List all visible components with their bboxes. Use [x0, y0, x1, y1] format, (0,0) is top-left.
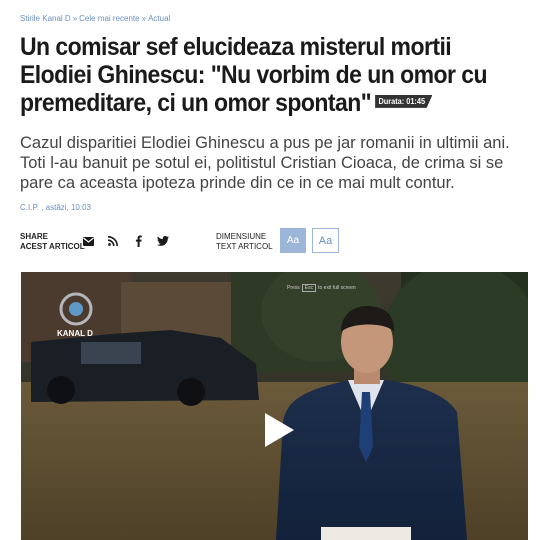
duration-badge: Durata: 01:45: [374, 94, 433, 108]
kanal-d-logo-mark: [59, 292, 93, 326]
fullscreen-hint-post: to exit full screen: [318, 285, 356, 291]
text-size-large-button[interactable]: Aa: [312, 228, 339, 253]
text-size-small-button[interactable]: Aa: [280, 228, 306, 253]
fullscreen-hint: Press Esc to exit full screen: [287, 284, 356, 292]
breadcrumb-link-actual[interactable]: Actual: [148, 14, 170, 23]
facebook-icon[interactable]: [130, 233, 146, 249]
esc-key: Esc: [301, 284, 317, 292]
breadcrumb-link-recent[interactable]: Cele mai recente: [79, 14, 139, 23]
rss-icon[interactable]: [105, 233, 121, 249]
share-label-bottom: acest articol: [20, 242, 85, 251]
twitter-icon[interactable]: [155, 233, 171, 249]
video-player[interactable]: KANAL D: [21, 272, 528, 540]
text-size-label: DIMENSIUNE TEXT ARTICOL: [216, 232, 273, 252]
play-button[interactable]: [258, 410, 298, 450]
breadcrumb-link-home[interactable]: Stirile Kanal D: [20, 14, 71, 23]
breadcrumb-separator: »: [72, 14, 78, 23]
kanal-d-logo-text: KANAL D: [57, 329, 93, 338]
text-size-label-bottom: TEXT ARTICOL: [216, 242, 273, 251]
share-icons: [80, 233, 171, 249]
breadcrumb-separator: »: [141, 14, 147, 23]
fullscreen-hint-pre: Press: [287, 285, 300, 291]
article-meta: C.I.P. , astăzi, 10:03: [20, 203, 92, 212]
text-size-label-top: DIMENSIUNE: [216, 232, 267, 241]
breadcrumb: Stirile Kanal D» Cele mai recente» Actual: [20, 14, 170, 23]
kanal-d-logo: KANAL D: [55, 292, 105, 338]
email-icon[interactable]: [80, 233, 96, 249]
share-label: SHARE acest articol: [20, 232, 85, 252]
share-label-top: SHARE: [20, 232, 49, 241]
article-lead: Cazul disparitiei Elodiei Ghinescu a pus…: [20, 134, 510, 192]
play-icon: [265, 413, 294, 447]
article-title: Un comisar sef elucideaza misterul morti…: [20, 33, 489, 117]
